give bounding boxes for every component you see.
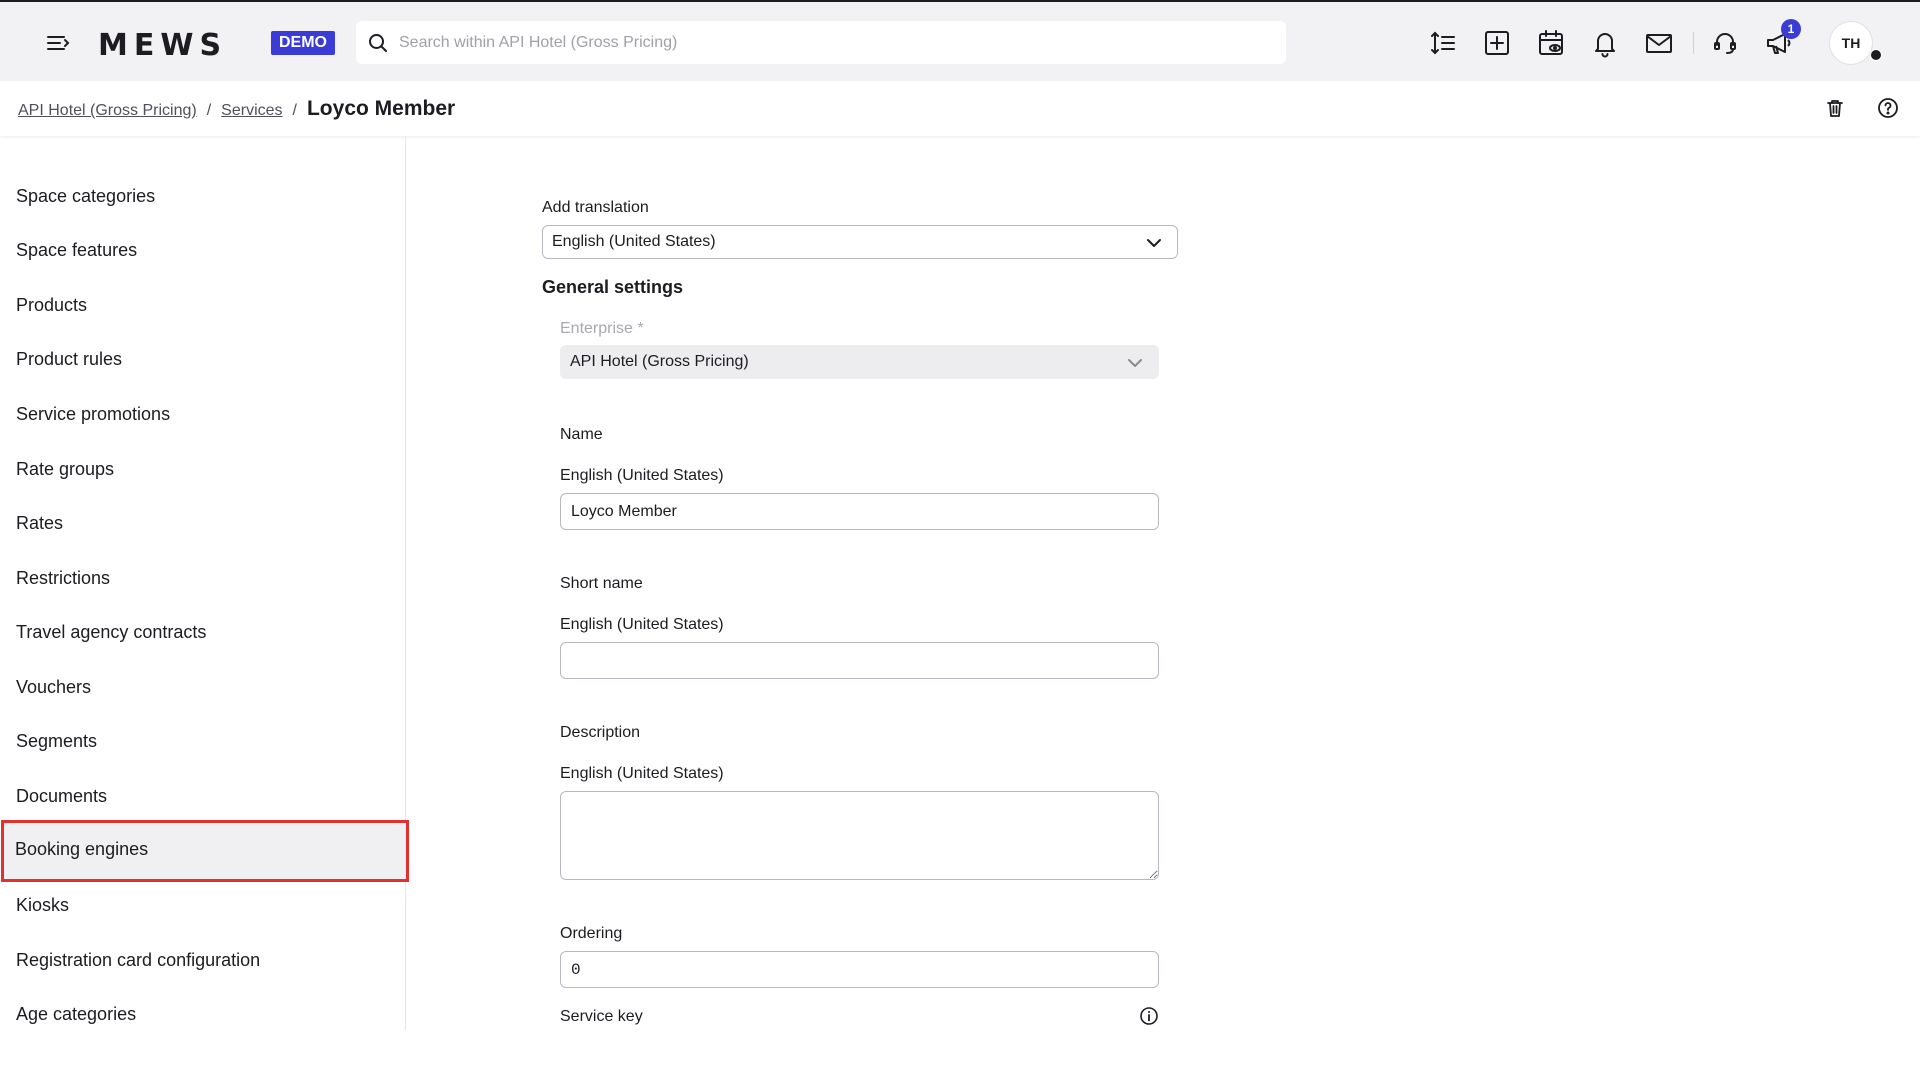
help-icon[interactable] — [1876, 96, 1900, 120]
sidebar-item-rates[interactable]: Rates — [2, 494, 406, 552]
sidebar-item-space-features[interactable]: Space features — [2, 221, 406, 279]
mews-logo[interactable]: MEWS — [98, 28, 227, 63]
info-icon[interactable] — [1139, 1006, 1159, 1026]
breadcrumb-separator: / — [206, 102, 212, 119]
short-name-language-label: English (United States) — [560, 616, 724, 633]
add-translation-value: English (United States) — [552, 233, 716, 250]
trash-icon[interactable] — [1823, 96, 1847, 120]
breadcrumb-link-hotel[interactable]: API Hotel (Gross Pricing) — [18, 102, 197, 120]
general-settings-title: General settings — [542, 277, 684, 297]
sidebar-item-age-categories[interactable]: Age categories — [2, 985, 406, 1043]
toolbar-divider — [1693, 32, 1694, 54]
search-bar[interactable] — [356, 21, 1286, 64]
ordering-label: Ordering — [560, 925, 623, 942]
demo-badge: DEMO — [271, 31, 335, 55]
short-name-input[interactable] — [560, 642, 1159, 679]
sidebar: Space categories Space features Products… — [0, 136, 409, 1030]
short-name-section-label: Short name — [560, 575, 643, 592]
search-input[interactable] — [399, 33, 1259, 52]
sidebar-item-kiosks[interactable]: Kiosks — [2, 876, 406, 934]
notification-badge: 1 — [1781, 19, 1801, 39]
calendar-view-icon[interactable] — [1536, 28, 1566, 58]
page-title: Loyco Member — [306, 97, 456, 120]
add-translation-select[interactable]: English (United States) — [542, 225, 1178, 259]
search-icon — [369, 33, 387, 52]
name-section-label: Name — [560, 426, 603, 443]
sidebar-item-restrictions[interactable]: Restrictions — [2, 549, 406, 607]
sidebar-item-segments[interactable]: Segments — [2, 712, 406, 770]
service-key-label: Service key — [560, 1008, 643, 1025]
avatar[interactable]: TH — [1829, 21, 1873, 65]
enterprise-label: Enterprise * — [560, 320, 644, 337]
sidebar-item-documents[interactable]: Documents — [2, 767, 406, 825]
description-section-label: Description — [560, 724, 641, 741]
sidebar-item-product-rules[interactable]: Product rules — [2, 330, 406, 388]
breadcrumb-bar: API Hotel (Gross Pricing) / Services / L… — [0, 81, 1920, 136]
name-input[interactable] — [560, 493, 1159, 530]
sidebar-item-booking-engines[interactable]: Booking engines — [1, 820, 409, 882]
support-icon[interactable] — [1710, 28, 1740, 58]
breadcrumb-separator: / — [292, 102, 297, 119]
name-language-label: English (United States) — [560, 467, 724, 484]
density-icon[interactable] — [1428, 28, 1458, 58]
top-bar: MEWS DEMO 1 TH — [0, 0, 1920, 81]
ordering-input[interactable] — [560, 951, 1159, 988]
sidebar-item-service-promotions[interactable]: Service promotions — [2, 385, 406, 443]
sidebar-item-vouchers[interactable]: Vouchers — [2, 658, 406, 716]
sidebar-item-space-categories[interactable]: Space categories — [2, 167, 406, 225]
enterprise-value: API Hotel (Gross Pricing) — [570, 353, 749, 370]
breadcrumb-link-services[interactable]: Services — [221, 102, 282, 120]
chevron-down-icon — [1128, 359, 1142, 367]
description-textarea[interactable] — [560, 791, 1159, 880]
mail-icon[interactable] — [1644, 28, 1674, 58]
breadcrumb: API Hotel (Gross Pricing) / Services / L… — [18, 97, 455, 121]
bell-icon[interactable] — [1590, 28, 1620, 58]
sidebar-item-products[interactable]: Products — [2, 276, 406, 334]
avatar-status-dot — [1870, 49, 1882, 61]
add-translation-label: Add translation — [542, 199, 649, 216]
sidebar-item-rate-groups[interactable]: Rate groups — [2, 440, 406, 498]
add-icon[interactable] — [1482, 28, 1512, 58]
description-language-label: English (United States) — [560, 765, 724, 782]
sidebar-item-registration-card-configuration[interactable]: Registration card configuration — [2, 931, 406, 989]
sidebar-item-travel-agency-contracts[interactable]: Travel agency contracts — [2, 603, 406, 661]
menu-icon[interactable] — [44, 29, 72, 57]
chevron-down-icon — [1147, 239, 1161, 247]
enterprise-select: API Hotel (Gross Pricing) — [560, 345, 1159, 379]
